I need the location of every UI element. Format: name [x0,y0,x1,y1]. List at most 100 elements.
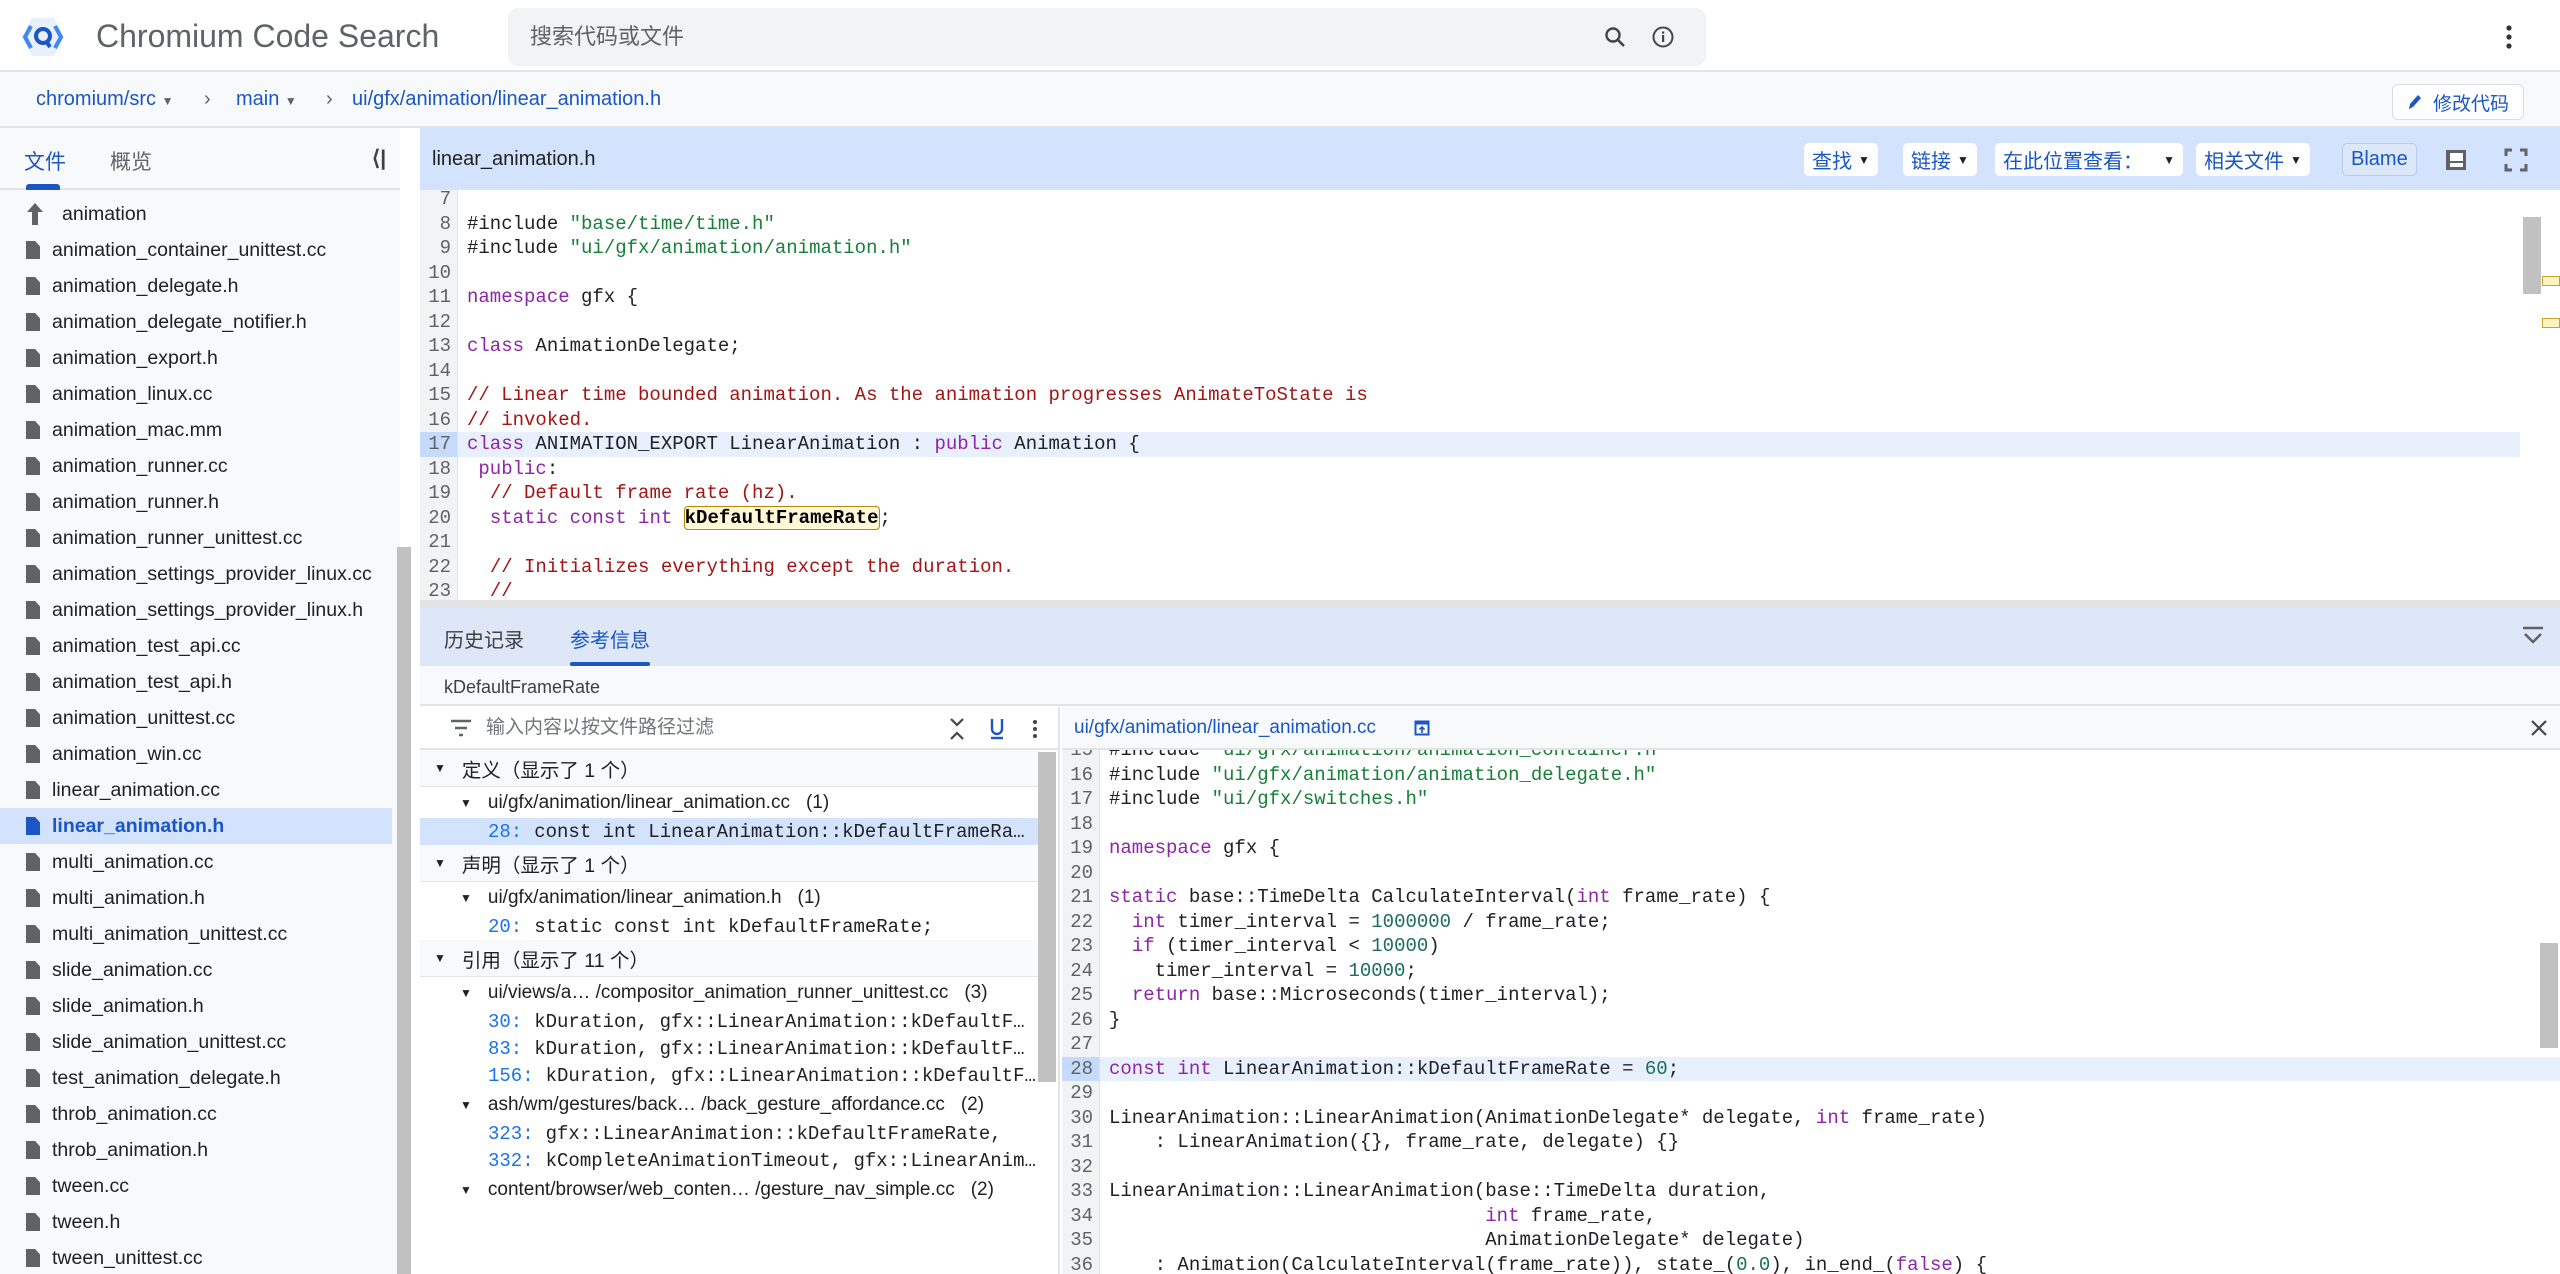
reference-file[interactable]: ▼ ui/gfx/animation/linear_animation.cc (1) [420,787,1040,818]
line-number[interactable]: 17 [1062,787,1100,812]
reference-group-header[interactable]: ▼ 引用（显示了 11 个） [420,940,1040,977]
line-number[interactable]: 22 [1062,909,1100,934]
tab-overview[interactable]: 概览 [110,146,152,176]
line-number[interactable]: 15 [420,383,458,408]
references-scrollbar[interactable] [1038,752,1056,1082]
expand-arrow-icon[interactable]: ▼ [460,796,472,810]
blame-button[interactable]: Blame [2342,143,2417,176]
line-number[interactable]: 21 [420,530,458,555]
file-item[interactable]: animation_settings_provider_linux.h [0,592,392,628]
line-number[interactable]: 18 [1062,811,1100,836]
line-number[interactable]: 26 [1062,1007,1100,1032]
line-number[interactable]: 9 [420,236,458,261]
line-number[interactable]: 10 [420,260,458,285]
reference-line[interactable]: 156: kDuration, gfx::LinearAnimation::kDe… [420,1062,1040,1089]
line-number[interactable]: 7 [420,190,458,212]
reference-file[interactable]: ▼ content/browser/web_conten… /gesture_na… [420,1174,1040,1205]
parent-directory[interactable]: animation [0,196,392,232]
app-title[interactable]: Chromium Code Search [96,16,439,56]
file-item[interactable]: animation_delegate_notifier.h [0,304,392,340]
line-number[interactable]: 20 [1062,860,1100,885]
line-number[interactable]: 11 [420,285,458,310]
reference-file[interactable]: ▼ ash/wm/gestures/back… /back_gesture_aff… [420,1089,1040,1120]
breadcrumb-path[interactable]: ui/gfx/animation/linear_animation.h [352,88,661,111]
view-at-dropdown[interactable]: 在此位置查看： ▼ [1995,143,2183,176]
file-item[interactable]: animation_delegate.h [0,268,392,304]
line-number[interactable]: 17 [420,432,458,457]
reference-marker[interactable] [2542,318,2560,328]
file-item[interactable]: tween.h [0,1204,392,1240]
file-item[interactable]: slide_animation_unittest.cc [0,1024,392,1060]
file-item[interactable]: animation_unittest.cc [0,700,392,736]
path-filter-input[interactable] [486,713,886,743]
expand-arrow-icon[interactable]: ▼ [460,1098,472,1112]
search-box[interactable] [508,8,1706,66]
file-item[interactable]: slide_animation.h [0,988,392,1024]
reference-file[interactable]: ▼ ui/views/a… /compositor_animation_runne… [420,977,1040,1008]
file-item[interactable]: throb_animation.cc [0,1096,392,1132]
line-number[interactable]: 31 [1062,1130,1100,1155]
line-number[interactable]: 33 [1062,1179,1100,1204]
code-viewer[interactable]: 7 8 #include "base/time/time.h" 9 #include "… [420,190,2520,600]
code-scrollbar[interactable] [2523,217,2541,294]
line-number[interactable]: 16 [1062,762,1100,787]
line-number[interactable]: 29 [1062,1081,1100,1106]
file-item[interactable]: test_animation_delegate.h [0,1060,392,1096]
file-item[interactable]: linear_animation.cc [0,772,392,808]
line-number[interactable]: 20 [420,505,458,530]
match-case-icon[interactable] [988,717,1006,741]
file-item[interactable]: animation_linux.cc [0,376,392,412]
line-number[interactable]: 32 [1062,1154,1100,1179]
line-number[interactable]: 27 [1062,1032,1100,1057]
reference-line[interactable]: 332: kCompleteAnimationTimeout, gfx::Line… [420,1147,1040,1174]
line-number[interactable]: 15 [1062,750,1100,763]
tab-files[interactable]: 文件 [24,146,66,176]
expand-arrow-icon[interactable]: ▼ [434,761,446,775]
highlighted-symbol[interactable]: kDefaultFrameRate [683,505,880,530]
collapse-sidebar-icon[interactable]: ⟨| [372,146,386,171]
expand-arrow-icon[interactable]: ▼ [460,986,472,1000]
expand-arrow-icon[interactable]: ▼ [460,891,472,905]
line-number[interactable]: 14 [420,358,458,383]
file-item[interactable]: animation_runner_unittest.cc [0,520,392,556]
line-number[interactable]: 24 [1062,958,1100,983]
more-options-icon[interactable] [1032,719,1038,739]
line-number[interactable]: 35 [1062,1228,1100,1253]
reference-marker[interactable] [2542,276,2560,286]
preview-file-link[interactable]: ui/gfx/animation/linear_animation.cc [1074,717,1376,739]
file-item[interactable]: animation_mac.mm [0,412,392,448]
collapse-all-icon[interactable] [948,717,966,741]
collapse-panel-icon[interactable] [2522,626,2544,646]
filter-icon[interactable] [450,719,472,737]
file-item[interactable]: multi_animation_unittest.cc [0,916,392,952]
tab-references[interactable]: 参考信息 [570,624,650,666]
reference-group-header[interactable]: ▼ 定义（显示了 1 个） [420,750,1040,787]
file-item[interactable]: multi_animation.cc [0,844,392,880]
line-number[interactable]: 19 [420,481,458,506]
code-search-logo[interactable] [22,16,64,58]
line-number[interactable]: 8 [420,211,458,236]
find-dropdown[interactable]: 查找 ▼ [1804,143,1878,176]
reference-line[interactable]: 83: kDuration, gfx::LinearAnimation::kDef… [420,1035,1040,1062]
file-item[interactable]: throb_animation.h [0,1132,392,1168]
search-icon[interactable] [1600,22,1630,52]
file-item[interactable]: animation_test_api.h [0,664,392,700]
line-number[interactable]: 12 [420,309,458,334]
file-item[interactable]: animation_settings_provider_linux.cc [0,556,392,592]
fullscreen-icon[interactable] [2504,148,2528,172]
related-files-dropdown[interactable]: 相关文件 ▼ [2196,143,2310,176]
sidebar-scrollbar[interactable] [397,547,411,1274]
file-item[interactable]: linear_animation.h [0,808,392,844]
more-menu-icon[interactable] [2494,20,2524,54]
line-number[interactable]: 34 [1062,1203,1100,1228]
reference-line[interactable]: 323: gfx::LinearAnimation::kDefaultFrameR… [420,1120,1040,1147]
file-item[interactable]: animation_test_api.cc [0,628,392,664]
expand-arrow-icon[interactable]: ▼ [434,856,446,870]
reference-line[interactable]: 30: kDuration, gfx::LinearAnimation::kDef… [420,1008,1040,1035]
expand-arrow-icon[interactable]: ▼ [460,1183,472,1197]
file-item[interactable]: tween.cc [0,1168,392,1204]
close-icon[interactable] [2530,719,2548,737]
search-input[interactable] [530,8,1530,66]
reference-line[interactable]: 28: const int LinearAnimation::kDefaultFr… [420,818,1040,845]
branch-selector[interactable]: main ▼ [236,88,297,111]
